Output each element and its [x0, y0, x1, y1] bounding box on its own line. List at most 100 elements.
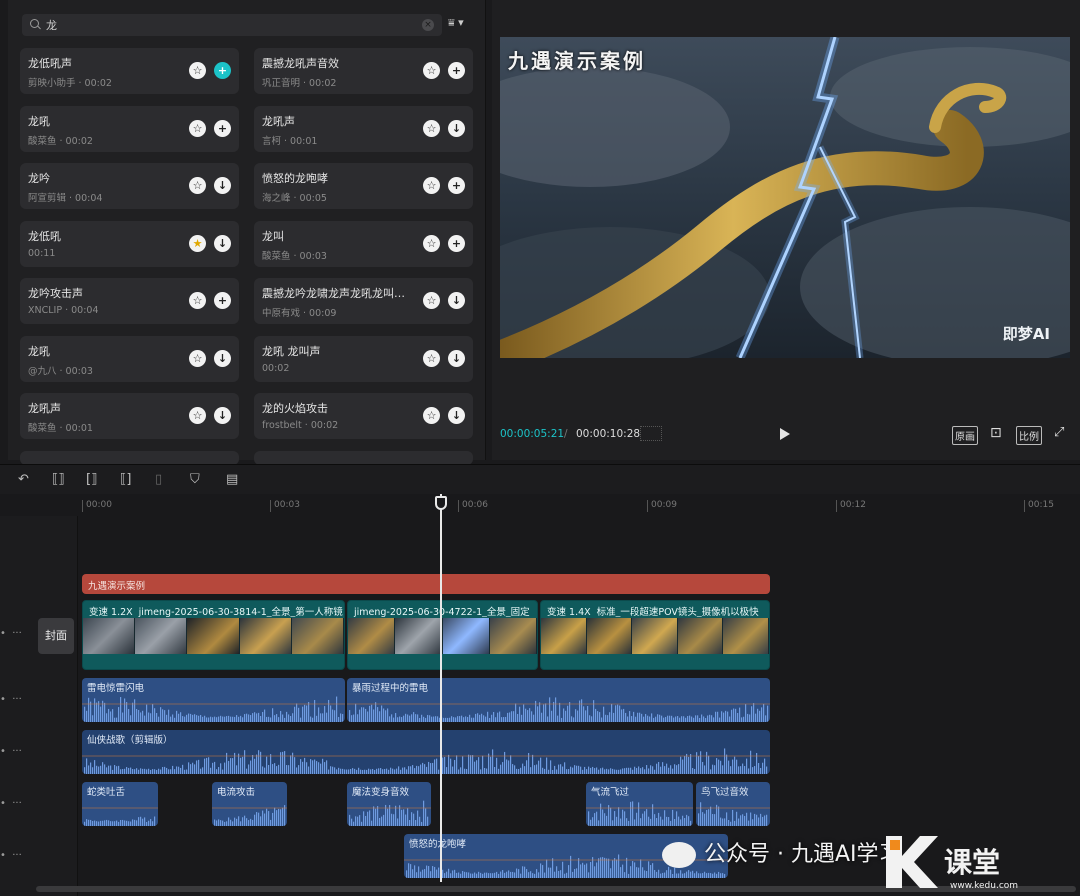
search-box[interactable]: 龙 ×: [22, 14, 442, 36]
audio-clip-label: 电流攻击: [217, 787, 256, 798]
undo-icon[interactable]: ↶: [18, 472, 29, 487]
preview-frame: 九遇演示案例 即梦AI: [500, 37, 1070, 358]
sound-card[interactable]: 龙低吼声 剪映小助手 · 00:02 ☆ +: [20, 48, 239, 94]
speed-badge: 变速 1.4X: [547, 607, 591, 617]
download-icon[interactable]: ↓: [448, 292, 465, 309]
favorite-star-icon[interactable]: ☆: [189, 407, 206, 424]
text-clip[interactable]: 九遇演示案例: [82, 574, 770, 594]
audio-clip-label: 雷电惊雷闪电: [87, 683, 145, 694]
ruler-tick: 00:06: [458, 500, 488, 512]
audio-clip[interactable]: 蛇类吐舌: [82, 782, 158, 826]
download-icon[interactable]: ↓: [448, 119, 465, 137]
add-to-track-icon[interactable]: +: [214, 292, 231, 309]
delete-icon[interactable]: ▯: [155, 472, 162, 487]
audio-clip[interactable]: 仙侠战歌（剪辑版）: [82, 730, 770, 774]
favorite-star-icon[interactable]: ☆: [423, 292, 440, 309]
audio-clip-label: 暴雨过程中的雷电: [352, 683, 429, 694]
total-time: 00:00:10:28: [576, 428, 641, 440]
favorite-star-icon[interactable]: ☆: [189, 177, 206, 194]
sound-card[interactable]: 龙吼声 言柯 · 00:01 ☆ ↓: [254, 105, 473, 152]
sound-name: 愤怒的龙咆哮: [262, 172, 328, 185]
preview-image: [500, 37, 1070, 358]
sound-card[interactable]: 龙的火焰攻击 frostbelt · 00:02 ☆ ↓: [254, 393, 473, 439]
audio-clip[interactable]: 暴雨过程中的雷电: [347, 678, 770, 722]
track-menu-icon[interactable]: • ···: [0, 850, 22, 861]
preview-panel: 九遇演示案例 即梦AI 00:00:05:21 / 00:00:10:28 原画…: [492, 0, 1080, 460]
sound-card[interactable]: 震撼龙吼声音效 巩正音明 · 00:02 ☆ +: [254, 48, 473, 94]
ratio-button[interactable]: 比例: [1016, 426, 1042, 445]
sound-card[interactable]: 龙低吼 00:11 ★ ↓: [20, 220, 239, 267]
favorite-star-icon[interactable]: ☆: [189, 119, 206, 137]
sound-card[interactable]: 龙吼 @九八 · 00:03 ☆ ↓: [20, 335, 239, 382]
audio-clip[interactable]: 魔法变身音效: [347, 782, 431, 826]
wechat-text: 公众号 · 九遇AI学习: [704, 842, 901, 867]
ruler-tick: 00:15: [1024, 500, 1054, 512]
split-icon[interactable]: ⟦⟧: [52, 472, 65, 487]
split-left-icon[interactable]: [⟧: [86, 472, 98, 487]
video-clip[interactable]: 变速 1.4X 标准_一段超速POV镜头_摄像机以极快: [540, 600, 770, 670]
add-to-track-icon[interactable]: +: [448, 177, 465, 194]
favorite-star-icon[interactable]: ☆: [423, 349, 440, 367]
sound-card-partial[interactable]: [254, 450, 473, 465]
audio-clip[interactable]: 电流攻击: [212, 782, 287, 826]
split-right-icon[interactable]: ⟦]: [120, 472, 132, 487]
timecode-grid-icon[interactable]: [640, 426, 662, 441]
audio-clip[interactable]: 气流飞过: [586, 782, 693, 826]
favorite-star-icon[interactable]: ☆: [423, 119, 440, 137]
screenshot-icon[interactable]: ⊡: [988, 424, 1004, 442]
sound-name: 龙低吼声: [28, 57, 72, 70]
favorite-star-icon[interactable]: ☆: [423, 62, 440, 79]
favorite-star-icon[interactable]: ★: [189, 234, 206, 252]
track-menu-icon[interactable]: • ···: [0, 628, 22, 639]
download-icon[interactable]: ↓: [214, 177, 231, 194]
video-clip[interactable]: 变速 1.2X jimeng-2025-06-30-3814-1_全景_第一人称镜: [82, 600, 345, 670]
sound-card[interactable]: 龙叫 酸菜鱼 · 00:03 ☆ +: [254, 220, 473, 267]
audio-clip[interactable]: 雷电惊雷闪电: [82, 678, 345, 722]
playhead-handle[interactable]: [435, 496, 447, 510]
download-icon[interactable]: ↓: [214, 234, 231, 252]
fullscreen-icon[interactable]: ⤢: [1052, 424, 1066, 441]
play-button[interactable]: [780, 428, 790, 440]
favorite-star-icon[interactable]: ☆: [423, 234, 440, 252]
audio-clip-label: 魔法变身音效: [352, 787, 410, 798]
sound-card[interactable]: 龙吼 酸菜鱼 · 00:02 ☆ +: [20, 105, 239, 152]
track-menu-icon[interactable]: • ···: [0, 694, 22, 705]
download-icon[interactable]: ↓: [214, 349, 231, 367]
clear-search-icon[interactable]: ×: [422, 19, 434, 31]
clip-thumbnails: [348, 618, 537, 654]
marker-icon[interactable]: ⛉: [190, 472, 200, 487]
download-icon[interactable]: ↓: [448, 349, 465, 367]
sound-card[interactable]: 龙吼 龙叫声 00:02 ☆ ↓: [254, 335, 473, 382]
sound-card[interactable]: 愤怒的龙咆哮 海之峰 · 00:05 ☆ +: [254, 163, 473, 209]
download-icon[interactable]: ↓: [214, 407, 231, 424]
sound-card[interactable]: 龙吼声 酸菜鱼 · 00:01 ☆ ↓: [20, 393, 239, 439]
search-input[interactable]: 龙: [46, 17, 57, 33]
sound-card[interactable]: 龙吟 阿宣剪辑 · 00:04 ☆ ↓: [20, 163, 239, 209]
track-menu-icon[interactable]: • ···: [0, 798, 22, 809]
add-to-track-icon[interactable]: +: [214, 119, 231, 137]
audio-clip-label: 蛇类吐舌: [87, 787, 126, 798]
add-to-track-icon[interactable]: +: [448, 234, 465, 252]
sound-card[interactable]: 震撼龙吟龙啸龙声龙吼龙叫龙... 中原有戏 · 00:09 ☆ ↓: [254, 278, 473, 324]
original-quality-button[interactable]: 原画: [952, 426, 978, 445]
overlay-title: 九遇演示案例: [508, 49, 646, 73]
favorite-star-icon[interactable]: ☆: [189, 62, 206, 79]
svg-text:课堂: 课堂: [944, 846, 1000, 879]
add-to-track-icon[interactable]: +: [448, 62, 465, 79]
sound-card[interactable]: 龙吟攻击声 XNCLIP · 00:04 ☆ +: [20, 278, 239, 324]
time-ruler[interactable]: 00:00 00:03 00:06 00:09 00:12 00:15: [80, 496, 1080, 514]
sound-card-partial[interactable]: [20, 450, 239, 465]
favorite-star-icon[interactable]: ☆: [189, 349, 206, 367]
filter-sort-icon[interactable]: ⩸ ▾: [448, 16, 464, 30]
cover-button[interactable]: 封面: [38, 618, 74, 654]
search-icon: [30, 19, 42, 31]
favorite-star-icon[interactable]: ☆: [189, 292, 206, 309]
add-to-track-icon[interactable]: +: [214, 62, 231, 79]
video-clip[interactable]: jimeng-2025-06-30-4722-1_全景_固定: [347, 600, 538, 670]
caption-icon[interactable]: ▤: [226, 472, 238, 487]
audio-clip[interactable]: 鸟飞过音效: [696, 782, 770, 826]
download-icon[interactable]: ↓: [448, 407, 465, 424]
favorite-star-icon[interactable]: ☆: [423, 407, 440, 424]
track-menu-icon[interactable]: • ···: [0, 746, 22, 757]
favorite-star-icon[interactable]: ☆: [423, 177, 440, 194]
